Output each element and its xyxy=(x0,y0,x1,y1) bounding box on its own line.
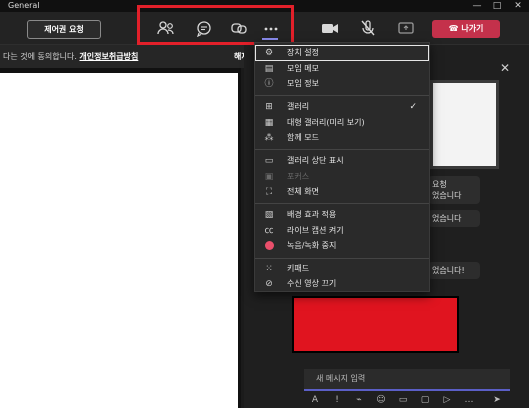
menu-divider xyxy=(255,203,429,204)
notes-icon: ▤ xyxy=(264,64,274,74)
gear-icon: ⚙ xyxy=(264,48,274,58)
format-icon[interactable]: A xyxy=(308,393,322,407)
phone-hangup-icon: ☎ xyxy=(448,24,462,33)
fullscreen-icon: ⛶ xyxy=(265,187,273,197)
incoming-video-off-icon: ⊘ xyxy=(265,279,273,289)
share-icon[interactable] xyxy=(396,19,416,37)
compose-toolbar: A ! ⌁ ☺ ▭ ▢ ▷ … ➤ xyxy=(304,393,514,408)
menu-divider xyxy=(255,149,429,150)
menu-item-fullscreen[interactable]: ⛶ 전체 화면 xyxy=(255,184,429,200)
large-gallery-icon: ▦ xyxy=(264,118,274,128)
notice-text: 다는 것에 동의합니다. xyxy=(3,52,77,61)
redacted-block xyxy=(292,296,459,353)
together-mode-icon: ⁂ xyxy=(264,133,274,143)
participant-video-tile xyxy=(0,73,238,408)
menu-item-keypad[interactable]: ⁙ 키패드 xyxy=(255,261,429,277)
chat-bubble: 요청 었습니다 xyxy=(428,176,480,204)
menu-item-together-mode[interactable]: ⁂ 함께 모드 xyxy=(255,130,429,146)
menu-item-stop-recording[interactable]: 녹음/녹화 중지 xyxy=(255,238,429,254)
background-effects-icon: ▧ xyxy=(264,210,274,220)
menu-item-background-effects[interactable]: ▧ 배경 효과 적용 xyxy=(255,207,429,223)
leave-label: 나가기 xyxy=(461,24,484,33)
menu-item-large-gallery[interactable]: ▦ 대형 갤러리(미리 보기) xyxy=(255,115,429,131)
menu-item-meeting-notes[interactable]: ▤ 모임 메모 xyxy=(255,61,429,77)
chat-bubble: 었습니다 xyxy=(428,210,480,227)
menu-item-device-settings[interactable]: ⚙ 장치 설정 xyxy=(255,45,429,61)
menu-divider xyxy=(255,258,429,259)
gif-icon[interactable]: ▭ xyxy=(396,393,410,407)
send-icon[interactable]: ➤ xyxy=(490,393,504,407)
minimize-button[interactable]: — xyxy=(470,0,484,12)
menu-divider xyxy=(255,95,429,96)
captions-icon: ㏄ xyxy=(264,226,274,236)
emoji-icon[interactable]: ☺ xyxy=(374,393,388,407)
menu-item-meeting-info[interactable]: ⓘ 모임 정보 xyxy=(255,76,429,92)
leave-button[interactable]: ☎ 나가기 xyxy=(432,20,500,38)
menu-item-focus: ▣ 포커스 xyxy=(264,172,310,182)
sticker-icon[interactable]: ▢ xyxy=(418,393,432,407)
request-control-button[interactable]: 제어권 요청 xyxy=(27,20,101,39)
info-icon: ⓘ xyxy=(264,79,274,89)
keypad-icon: ⁙ xyxy=(265,264,273,274)
important-icon[interactable]: ! xyxy=(330,393,344,407)
compose-placeholder: 새 메시지 입력 xyxy=(316,374,366,383)
menu-item-gallery-top[interactable]: ▭ 갤러리 상단 표시 xyxy=(255,153,429,169)
privacy-policy-link[interactable]: 개인정보취급방침 xyxy=(79,52,138,61)
stop-recording-icon xyxy=(263,240,275,252)
close-window-button[interactable]: ✕ xyxy=(511,0,525,12)
menu-item-live-captions[interactable]: ㏄ 라이브 캡션 켜기 xyxy=(255,223,429,239)
camera-off-icon[interactable] xyxy=(320,19,340,37)
menu-item-gallery[interactable]: ⊞ 갤러리 ✓ xyxy=(255,99,429,115)
more-options-icon[interactable]: … xyxy=(462,393,476,407)
gallery-icon: ⊞ xyxy=(265,102,273,112)
highlight-box xyxy=(137,5,294,45)
close-pane-icon[interactable]: ✕ xyxy=(498,61,512,75)
menu-item-incoming-video-off[interactable]: ⊘ 수신 영상 끄기 xyxy=(255,276,429,292)
attach-icon[interactable]: ⌁ xyxy=(352,393,366,407)
focus-icon: ▣ xyxy=(264,172,274,182)
chat-bubble: 었습니다! xyxy=(428,262,480,279)
meet-now-icon[interactable]: ▷ xyxy=(440,393,454,407)
maximize-button[interactable]: □ xyxy=(490,0,504,12)
mic-off-icon[interactable] xyxy=(358,19,378,37)
gallery-top-icon: ▭ xyxy=(264,156,274,166)
checkmark-icon: ✓ xyxy=(409,102,417,112)
window-title: General xyxy=(8,1,40,10)
message-compose-input[interactable]: 새 메시지 입력 xyxy=(304,369,510,391)
shared-thumbnail xyxy=(430,80,499,169)
more-actions-menu: ⚙ 장치 설정 ▤ 모임 메모 ⓘ 모임 정보 ⊞ 갤러리 ✓ ▦ 대형 갤러리… xyxy=(254,42,430,292)
